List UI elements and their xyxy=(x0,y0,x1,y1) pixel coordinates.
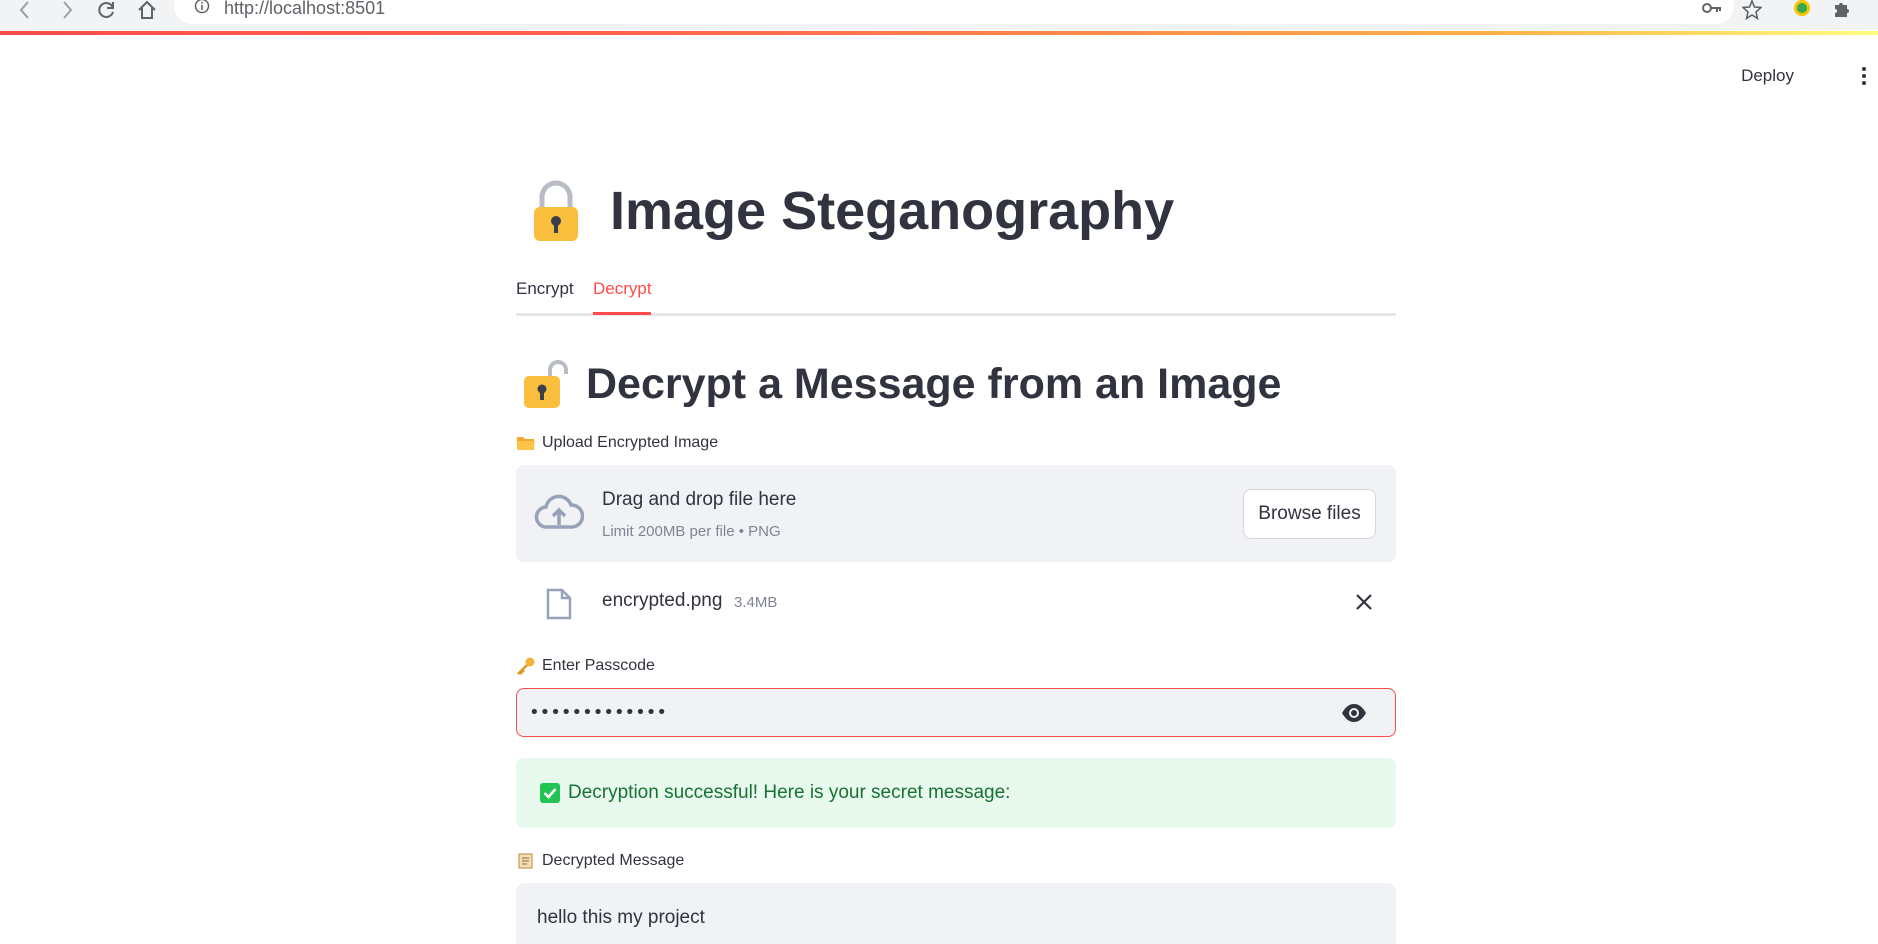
extension-avatar-icon[interactable] xyxy=(1790,0,1814,20)
lock-icon xyxy=(528,179,584,243)
cloud-upload-icon xyxy=(534,493,585,533)
unlocked-lock-icon xyxy=(522,358,570,410)
streamlit-status-bar xyxy=(0,31,1878,35)
success-text: Decryption successful! Here is your secr… xyxy=(568,782,1011,803)
scroll-icon xyxy=(516,852,536,870)
url-text[interactable]: http://localhost:8501 xyxy=(224,0,385,19)
key-icon xyxy=(516,657,536,675)
bookmark-star-icon[interactable] xyxy=(1740,0,1764,20)
upload-label-text: Upload Encrypted Image xyxy=(542,434,719,451)
decrypted-message-label-text: Decrypted Message xyxy=(542,852,685,869)
remove-file-icon[interactable] xyxy=(1354,592,1374,612)
passcode-label-text: Enter Passcode xyxy=(542,657,655,674)
reload-icon[interactable] xyxy=(94,0,120,20)
decrypted-message-text[interactable]: hello this my project xyxy=(537,907,705,929)
tab-bar: Encrypt Decrypt xyxy=(516,274,1396,316)
passcode-value[interactable]: ••••••••••••• xyxy=(529,702,667,723)
browse-files-button[interactable]: Browse files xyxy=(1243,489,1376,539)
browser-toolbar: http://localhost:8501 xyxy=(0,0,1878,30)
upload-label: Upload Encrypted Image xyxy=(516,434,718,452)
dropzone-limit: Limit 200MB per file • PNG xyxy=(602,523,781,540)
page-title: Image Steganography xyxy=(528,176,1174,246)
file-dropzone[interactable]: Drag and drop file here Limit 200MB per … xyxy=(516,465,1396,562)
folder-icon xyxy=(516,434,536,452)
tab-encrypt[interactable]: Encrypt xyxy=(516,279,574,317)
passcode-input[interactable]: ••••••••••••• xyxy=(516,688,1396,737)
section-heading-text: Decrypt a Message from an Image xyxy=(586,359,1282,408)
check-box-icon xyxy=(540,783,560,803)
file-size: 3.4MB xyxy=(734,594,778,611)
address-bar[interactable] xyxy=(174,0,1734,24)
uploaded-file: encrypted.png 3.4MB xyxy=(516,578,1396,626)
file-name: encrypted.png xyxy=(602,590,723,611)
passcode-label: Enter Passcode xyxy=(516,657,655,675)
decrypted-message-label: Decrypted Message xyxy=(516,852,684,870)
password-key-icon[interactable] xyxy=(1700,0,1724,20)
extensions-puzzle-icon[interactable] xyxy=(1830,0,1854,20)
deploy-button[interactable]: Deploy xyxy=(1741,66,1794,86)
decrypted-message-field[interactable]: hello this my project xyxy=(516,883,1396,944)
forward-icon[interactable] xyxy=(54,0,80,20)
section-heading: Decrypt a Message from an Image xyxy=(522,356,1281,412)
main-menu-icon[interactable] xyxy=(1860,66,1868,86)
show-password-eye-icon[interactable] xyxy=(1341,702,1367,724)
dropzone-title: Drag and drop file here xyxy=(602,489,797,510)
info-icon[interactable] xyxy=(194,0,212,18)
title-text: Image Steganography xyxy=(610,181,1175,241)
success-alert: Decryption successful! Here is your secr… xyxy=(516,758,1396,828)
back-icon[interactable] xyxy=(12,0,38,20)
home-icon[interactable] xyxy=(134,0,160,20)
active-tab-indicator xyxy=(593,312,651,315)
file-icon xyxy=(546,588,572,620)
